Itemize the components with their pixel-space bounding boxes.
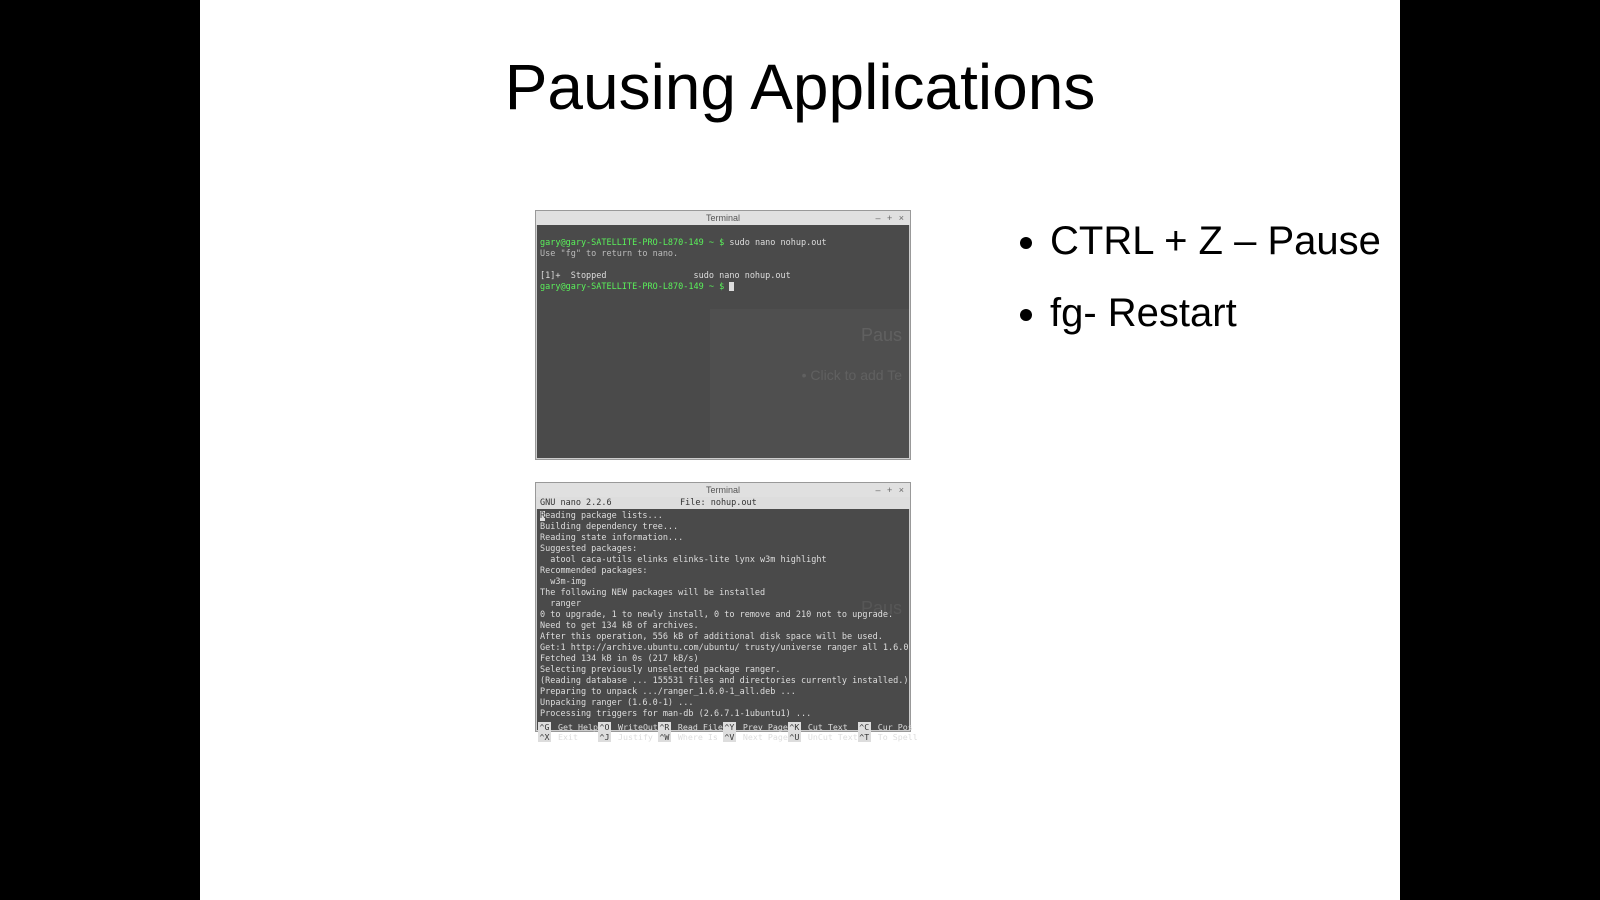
nano-body: Reading package lists... Building depend… [536, 509, 910, 722]
terminal-window-nano: Terminal – + × GNU nano 2.2.6 File: nohu… [535, 482, 911, 732]
terminal-titlebar: Terminal – + × [536, 483, 910, 497]
terminal-body: gary@gary-SATELLITE-PRO-L870-149 ~ $ sud… [536, 225, 910, 459]
terminal-window-stopped: Terminal – + × gary@gary-SATELLITE-PRO-L… [535, 210, 911, 460]
terminal-title: Terminal [706, 213, 740, 223]
nano-shortcut: ^R Read File [658, 722, 723, 732]
nano-shortcut: ^U UnCut Text [788, 732, 858, 742]
bullet-list: CTRL + Z – Pause fg- Restart [1020, 205, 1480, 349]
faint-background-text: Paus [861, 598, 902, 619]
nano-shortcut: ^J Justify [598, 732, 658, 742]
nano-shortcut: ^K Cut Text [788, 722, 858, 732]
terminal-title: Terminal [706, 485, 740, 495]
shell-command: sudo nano nohup.out [729, 238, 826, 248]
shell-prompt: gary@gary-SATELLITE-PRO-L870-149 ~ $ [540, 238, 729, 248]
nano-shortcut: ^C Cur Pos [858, 722, 918, 732]
faint-background-text: • Click to add Te [802, 370, 902, 381]
shell-hint: Use "fg" to return to nano. [540, 249, 678, 259]
nano-footer: ^G Get Help^O WriteOut^R Read File^Y Pre… [536, 722, 910, 744]
nano-shortcut: ^O WriteOut [598, 722, 658, 732]
window-controls: – + × [875, 211, 906, 225]
terminal-titlebar: Terminal – + × [536, 211, 910, 225]
nano-shortcut: ^X Exit [538, 732, 598, 742]
job-stopped-line: [1]+ Stopped sudo nano nohup.out [540, 271, 791, 281]
nano-header: GNU nano 2.2.6 File: nohup.out [536, 497, 910, 509]
nano-shortcut: ^W Where Is [658, 732, 723, 742]
cursor-icon [729, 282, 734, 291]
slide: Pausing Applications CTRL + Z – Pause fg… [200, 0, 1400, 900]
presentation-stage: Pausing Applications CTRL + Z – Pause fg… [0, 0, 1600, 900]
nano-shortcut: ^G Get Help [538, 722, 598, 732]
nano-shortcut: ^T To Spell [858, 732, 918, 742]
nano-shortcut: ^V Next Page [723, 732, 788, 742]
shell-prompt: gary@gary-SATELLITE-PRO-L870-149 ~ $ [540, 282, 729, 292]
bullet-item: CTRL + Z – Pause [1050, 205, 1480, 277]
nano-version: GNU nano 2.2.6 [540, 498, 660, 508]
nano-filename: File: nohup.out [660, 498, 906, 508]
window-controls: – + × [875, 483, 906, 497]
bullet-item: fg- Restart [1050, 277, 1480, 349]
faint-background-text: Paus [861, 330, 902, 341]
slide-title: Pausing Applications [200, 50, 1400, 124]
nano-shortcut: ^Y Prev Page [723, 722, 788, 732]
